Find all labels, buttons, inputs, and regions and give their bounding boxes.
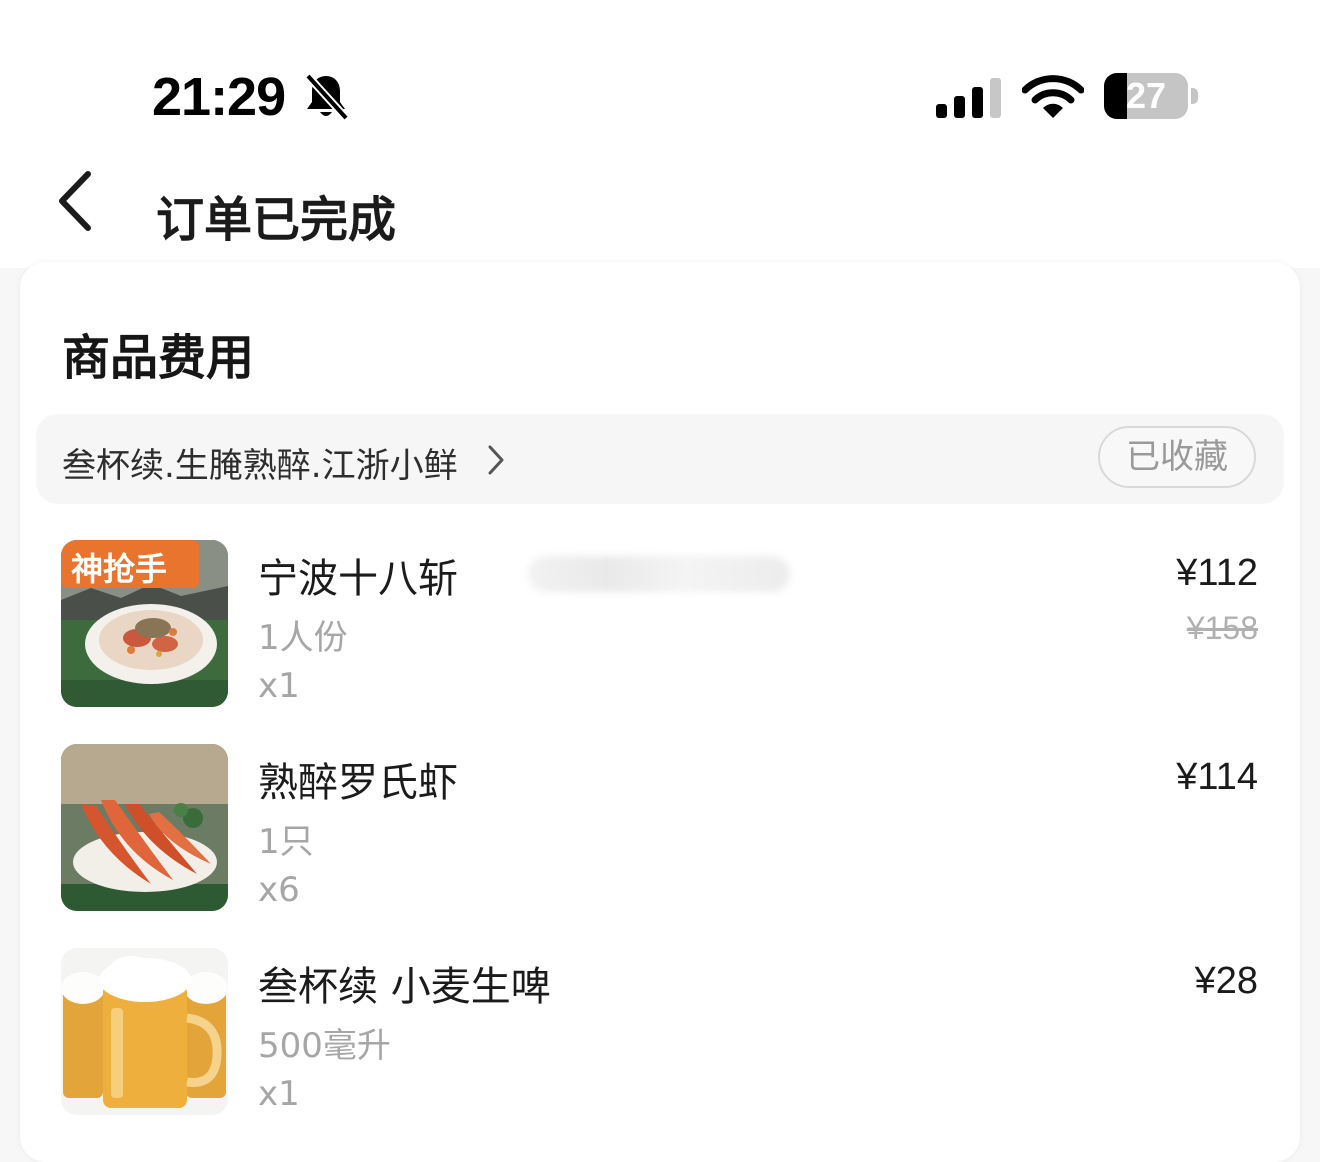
badge-label: 神抢手 [71, 550, 168, 588]
section-title: 商品费用 [62, 330, 255, 386]
item-name: 熟醉罗氏虾 [258, 760, 458, 806]
item-price: ¥114 [1176, 756, 1258, 798]
item-spec: 500毫升 [258, 1026, 391, 1066]
battery-cap [1191, 88, 1198, 104]
item-original-price: ¥158 [1186, 610, 1258, 646]
item-price: ¥112 [1176, 552, 1258, 594]
battery-percentage: 27 [1125, 75, 1167, 116]
status-time: 21:29 [152, 67, 286, 127]
item-thumbnail-shrimp[interactable] [61, 744, 228, 911]
page-title: 订单已完成 [156, 192, 397, 248]
item-spec: 1人份 [258, 618, 348, 658]
store-name[interactable]: 叁杯续.生腌熟醉.江浙小鲜 [62, 438, 458, 487]
item-name: 叁杯续 小麦生啤 [258, 964, 551, 1010]
blurred-tag [528, 556, 790, 592]
chevron-left-icon[interactable] [52, 168, 104, 234]
bell-slash-icon [305, 73, 349, 121]
favorited-button[interactable]: 已收藏 [1098, 426, 1256, 488]
store-row[interactable]: 叁杯续.生腌熟醉.江浙小鲜 已收藏 [36, 414, 1284, 504]
chevron-right-icon [488, 445, 504, 475]
item-thumbnail-seafood[interactable]: 神抢手 [61, 540, 228, 707]
cellular-signal-icon [936, 78, 1001, 118]
battery-indicator: 27 [1104, 73, 1188, 119]
item-name: 宁波十八斩 [258, 556, 458, 602]
item-quantity: x1 [258, 1074, 300, 1114]
item-quantity: x1 [258, 666, 300, 706]
item-thumbnail-beer[interactable] [61, 948, 228, 1115]
wifi-icon [1022, 75, 1084, 118]
item-price: ¥28 [1194, 960, 1258, 1002]
item-quantity: x6 [258, 870, 300, 910]
shrimp-dish-photo [61, 744, 228, 911]
item-spec: 1只 [258, 822, 314, 862]
beer-mug-photo [61, 948, 228, 1115]
